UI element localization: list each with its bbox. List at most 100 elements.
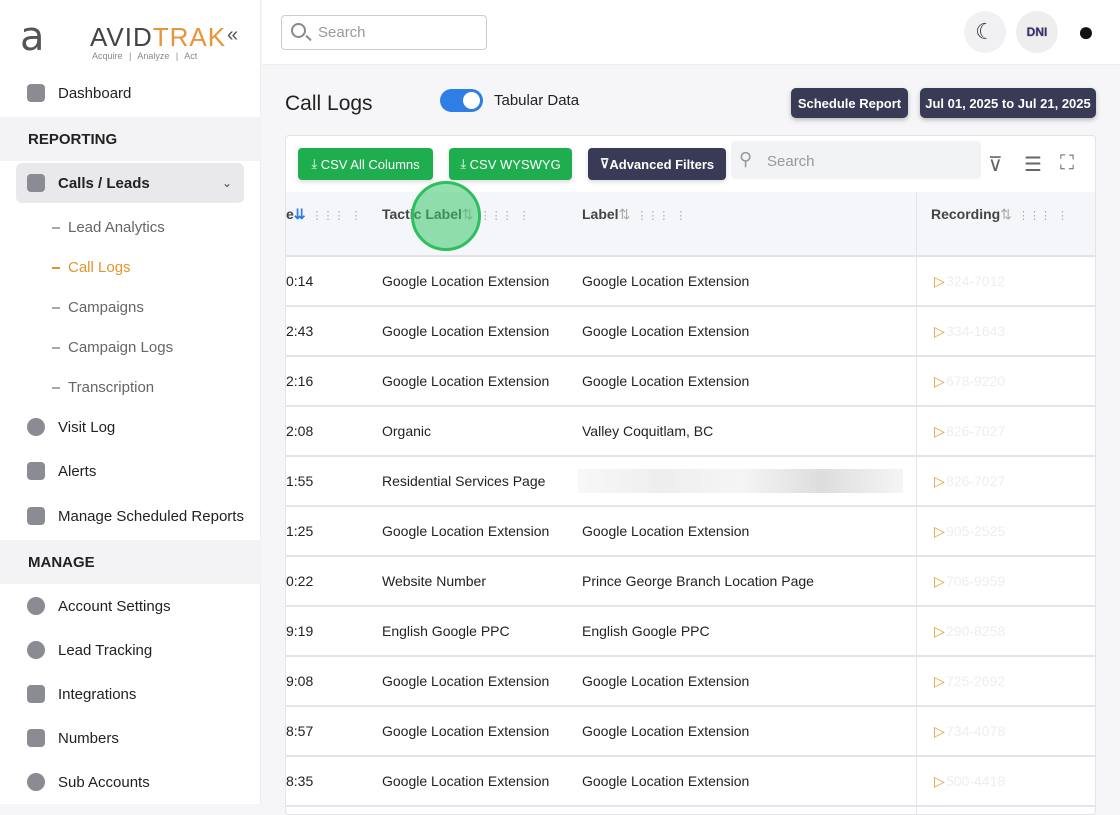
label: Alerts: [58, 462, 97, 480]
columns-icon[interactable]: ☰: [1024, 152, 1042, 177]
table-row[interactable]: 8:57 Google Location Extension Google Loc…: [286, 707, 1095, 757]
label: Recording: [931, 206, 1001, 222]
sidebar-item-visit-log[interactable]: Visit Log: [0, 405, 261, 449]
table-row[interactable]: 2:43 Google Location Extension Google Loc…: [286, 307, 1095, 357]
duration-cell: 8:35: [286, 773, 314, 789]
column-menu-icon[interactable]: ⋮: [675, 210, 686, 222]
phone-number-cell: 324-7012: [946, 273, 1006, 289]
tactic-label-cell: Organic: [382, 423, 432, 439]
column-header-recording[interactable]: Recording⇅ ⋮⋮⋮ ⋮: [931, 206, 1068, 223]
label: Label: [582, 206, 619, 222]
sidebar-item-lead-tracking[interactable]: Lead Tracking: [0, 628, 261, 672]
table-search-input[interactable]: ⚲ Search: [731, 141, 981, 179]
table-row[interactable]: 0:14 Google Location Extension Google Loc…: [286, 257, 1095, 307]
call-logs-table-panel: ⤓ CSV All Columns ⤓ CSV WYSWYG ⊽ Advanced…: [285, 135, 1096, 815]
table-row[interactable]: 9:08 Google Location Extension Google Loc…: [286, 657, 1095, 707]
label-cell: Google Location Extension: [582, 373, 750, 389]
search-icon: [291, 23, 306, 38]
label: Dashboard: [58, 84, 132, 102]
play-recording-icon[interactable]: ▷: [934, 673, 945, 690]
dni-label: DNI: [1026, 25, 1048, 39]
play-recording-icon[interactable]: ▷: [934, 273, 945, 290]
sidebar-sub-call-logs[interactable]: Call Logs: [52, 259, 131, 276]
duration-cell: 2:43: [286, 323, 314, 339]
table-row[interactable]: 1:25 Google Location Extension Google Loc…: [286, 507, 1095, 557]
play-recording-icon[interactable]: ▷: [934, 473, 945, 490]
play-recording-icon[interactable]: ▷: [934, 373, 945, 390]
play-recording-icon[interactable]: ▷: [934, 323, 945, 340]
sidebar-item-numbers[interactable]: Numbers: [0, 716, 261, 760]
phone-number-cell: 905-2525: [946, 523, 1006, 539]
label-cell: Google Location Extension: [582, 323, 750, 339]
label: Campaign Logs: [68, 339, 174, 356]
play-recording-icon[interactable]: ▷: [934, 423, 945, 440]
csv-all-columns-button[interactable]: ⤓ CSV All Columns: [298, 148, 433, 180]
dark-mode-moon-icon[interactable]: ☾: [964, 11, 1006, 53]
schedule-report-button[interactable]: Schedule Report: [791, 88, 908, 118]
duration-cell: 1:55: [286, 473, 314, 489]
column-header-duration[interactable]: e⇊ ⋮⋮⋮ ⋮: [286, 206, 362, 223]
play-recording-icon[interactable]: ▷: [934, 523, 945, 540]
sidebar-sub-campaign-logs[interactable]: Campaign Logs: [52, 339, 173, 356]
csv-wyswyg-button[interactable]: ⤓ CSV WYSWYG: [449, 148, 572, 180]
sort-icon[interactable]: ⇅: [619, 206, 631, 222]
collapse-sidebar-icon[interactable]: «: [227, 24, 238, 47]
play-recording-icon[interactable]: ▷: [934, 623, 945, 640]
sidebar-item-calls-leads[interactable]: Calls / Leads ⌄: [16, 163, 244, 203]
date-range-button[interactable]: Jul 01, 2025 to Jul 21, 2025: [920, 88, 1096, 118]
dni-button[interactable]: DNI: [1016, 11, 1058, 53]
calendar-icon: [27, 507, 45, 525]
fullscreen-icon[interactable]: ⛶: [1060, 152, 1074, 175]
play-recording-icon[interactable]: ▷: [934, 723, 945, 740]
duration-cell: 9:08: [286, 673, 314, 689]
tabular-data-label: Tabular Data: [494, 92, 580, 109]
filter-icon[interactable]: ⊽: [988, 152, 1003, 177]
sidebar-item-integrations[interactable]: Integrations: [0, 672, 261, 716]
sidebar-item-alerts[interactable]: Alerts: [0, 449, 261, 493]
tactic-label-cell: Google Location Extension: [382, 323, 550, 339]
sidebar-item-dashboard[interactable]: Dashboard: [0, 71, 261, 115]
sidebar-sub-campaigns[interactable]: Campaigns: [52, 299, 144, 316]
sidebar-sub-transcription[interactable]: Transcription: [52, 379, 154, 396]
label-cell: Google Location Extension: [582, 523, 750, 539]
advanced-filters-button[interactable]: ⊽ Advanced Filters: [588, 148, 726, 180]
duration-cell: 9:19: [286, 623, 314, 639]
column-menu-icon[interactable]: ⋮: [519, 210, 530, 222]
global-search-input[interactable]: Search: [281, 15, 487, 50]
label: Numbers: [58, 729, 119, 747]
download-icon: ⤓: [460, 156, 470, 171]
table-row[interactable]: 8:35 Google Location Extension Google Loc…: [286, 757, 1095, 807]
table-row[interactable]: 1:55 Residential Services Page 826-7027 …: [286, 457, 1095, 507]
phone-number-cell: 725-2692: [946, 673, 1006, 689]
table-row[interactable]: 0:22 Website Number Prince George Branch …: [286, 557, 1095, 607]
duration-cell: 0:14: [286, 273, 314, 289]
sidebar-item-manage-scheduled-reports[interactable]: Manage Scheduled Reports: [0, 494, 261, 538]
play-recording-icon[interactable]: ▷: [934, 773, 945, 790]
label: e: [286, 206, 294, 222]
play-recording-icon[interactable]: ▷: [934, 573, 945, 590]
tabular-data-toggle[interactable]: [440, 89, 483, 112]
table-row[interactable]: 2:16 Google Location Extension Google Loc…: [286, 357, 1095, 407]
column-menu-icon[interactable]: ⋮: [1057, 210, 1068, 222]
column-header-label[interactable]: Label⇅ ⋮⋮⋮ ⋮: [582, 206, 686, 223]
sidebar-item-sub-accounts[interactable]: Sub Accounts: [0, 760, 261, 804]
redacted-label-cell: [578, 469, 903, 493]
sidebar-sub-lead-analytics[interactable]: Lead Analytics: [52, 219, 165, 236]
tactic-label-cell: Residential Services Page: [382, 473, 546, 489]
drag-handle-icon[interactable]: ⋮⋮⋮: [312, 210, 345, 222]
sidebar-item-account-settings[interactable]: Account Settings: [0, 584, 261, 628]
table-row[interactable]: 2:08 Organic Valley Coquitlam, BC 826-702…: [286, 407, 1095, 457]
hash-icon: [27, 729, 45, 747]
table-row[interactable]: 9:19 English Google PPC English Google PP…: [286, 607, 1095, 657]
drag-handle-icon[interactable]: ⋮⋮⋮: [636, 210, 669, 222]
placeholder: Search: [318, 24, 366, 41]
avidtrak-logo[interactable]: a AVIDTRAK Acquire | Analyze | Act: [20, 12, 225, 62]
drag-handle-icon[interactable]: ⋮⋮⋮: [480, 210, 513, 222]
duration-cell: 0:22: [286, 573, 314, 589]
user-account-icon[interactable]: ●: [1065, 11, 1107, 53]
sort-icon[interactable]: ⇅: [1000, 206, 1012, 222]
drag-handle-icon[interactable]: ⋮⋮⋮: [1018, 210, 1051, 222]
column-menu-icon[interactable]: ⋮: [351, 210, 362, 222]
section-reporting: REPORTING: [0, 117, 261, 161]
sort-desc-icon[interactable]: ⇊: [294, 206, 306, 222]
